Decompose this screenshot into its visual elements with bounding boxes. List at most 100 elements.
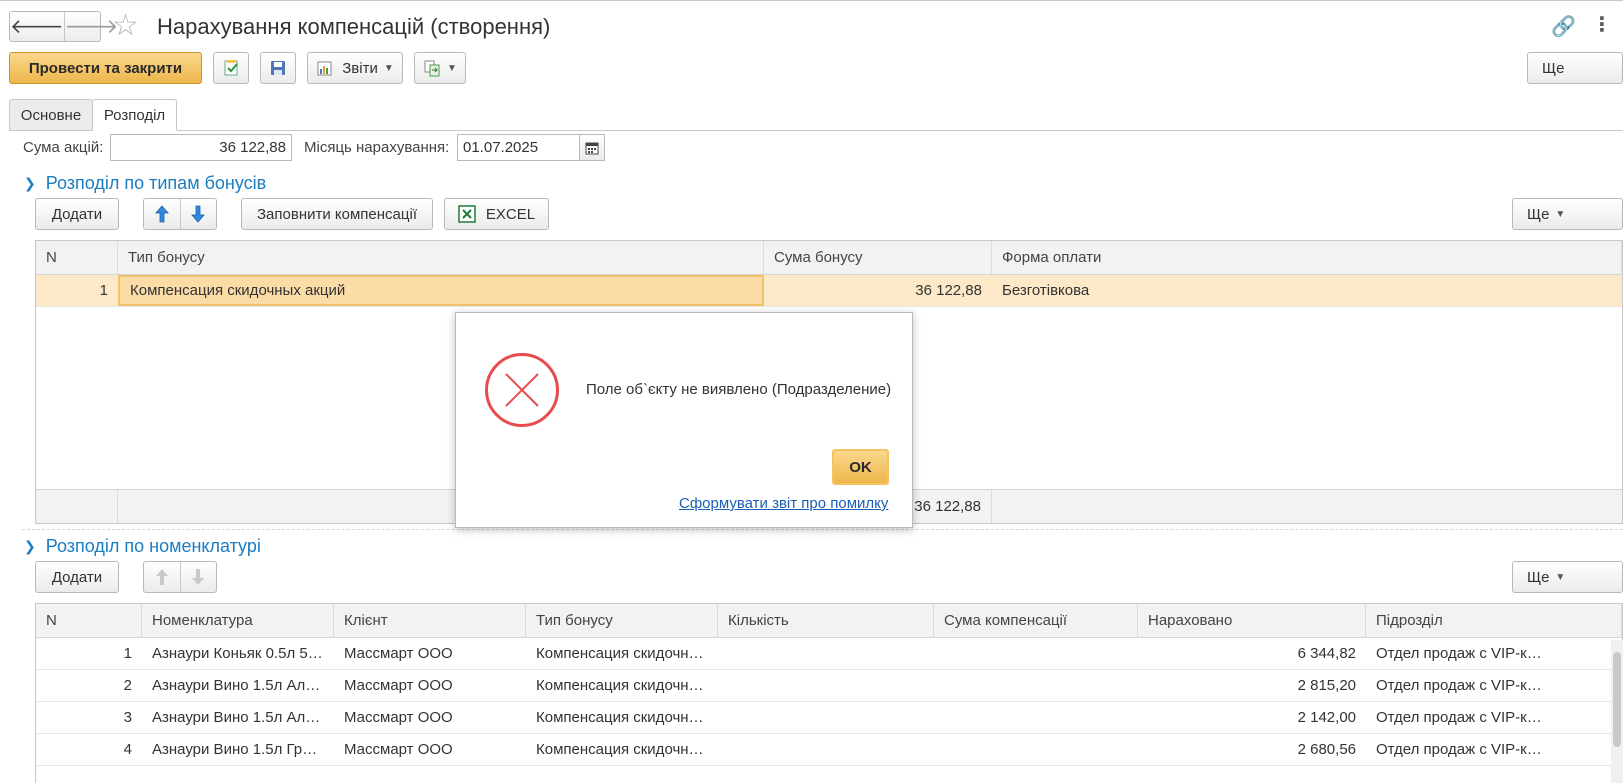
move-down-button[interactable]: [181, 199, 217, 229]
chevron-down-icon: ❯: [24, 538, 36, 554]
quantity-cell[interactable]: [718, 670, 934, 701]
compensation-cell[interactable]: [934, 638, 1138, 669]
column-header[interactable]: Тип бонусу: [526, 604, 718, 637]
fill-compensations-button[interactable]: Заповнити компенсації: [241, 198, 433, 230]
more-label: Ще: [1542, 59, 1565, 77]
reports-dropdown-button[interactable]: Звіти ▼: [307, 52, 403, 84]
tab-distribution[interactable]: Розподіл: [92, 99, 177, 131]
compensation-cell[interactable]: [934, 670, 1138, 701]
bonus-type-cell[interactable]: Компенсация скидочных акций: [118, 275, 764, 306]
excel-icon: [458, 205, 476, 223]
column-header[interactable]: Клієнт: [334, 604, 526, 637]
accrued-cell[interactable]: 2 680,56: [1138, 734, 1366, 765]
nomenclature-more-button[interactable]: Ще ▼: [1512, 561, 1623, 593]
nomenclature-section-header[interactable]: ❯ Розподіл по номенклатурі: [24, 536, 261, 557]
column-header[interactable]: Кількість: [718, 604, 934, 637]
move-down-button[interactable]: [181, 562, 217, 592]
sum-field[interactable]: 36 122,88: [110, 134, 292, 161]
arrow-up-icon: [155, 569, 168, 585]
bonus-type-cell[interactable]: Компенсация скидочн…: [526, 670, 718, 701]
create-based-on-button[interactable]: ▼: [414, 52, 466, 84]
item-cell[interactable]: Азнаури Вино 1.5л Гр…: [142, 734, 334, 765]
bonus-type-cell[interactable]: Компенсация скидочн…: [526, 702, 718, 733]
bonus-sum-cell[interactable]: 36 122,88: [764, 275, 992, 306]
accrued-cell[interactable]: 6 344,82: [1138, 638, 1366, 669]
month-field[interactable]: 01.07.2025: [457, 134, 580, 161]
excel-button[interactable]: EXCEL: [444, 198, 549, 230]
reports-chart-icon: [317, 61, 332, 76]
post-document-icon: [224, 60, 238, 76]
compensation-cell[interactable]: [934, 734, 1138, 765]
compensation-cell[interactable]: [934, 702, 1138, 733]
table-row[interactable]: 1 Компенсация скидочных акций 36 122,88 …: [36, 275, 1622, 307]
error-icon: [485, 353, 559, 427]
add-nomenclature-button[interactable]: Додати: [35, 561, 119, 593]
window-top-border: [0, 0, 1623, 3]
accrued-cell[interactable]: 2 142,00: [1138, 702, 1366, 733]
arrow-up-icon: [154, 205, 169, 223]
accrued-cell[interactable]: 2 815,20: [1138, 670, 1366, 701]
move-up-button[interactable]: [144, 199, 181, 229]
error-report-link[interactable]: Сформувати звіт про помилку: [679, 495, 888, 512]
table-row[interactable]: 2 Азнаури Вино 1.5л Ал… Массмарт ООО Ком…: [36, 670, 1622, 702]
table-row[interactable]: 1 Азнаури Коньяк 0.5л 5… Массмарт ООО Ко…: [36, 638, 1622, 670]
client-cell[interactable]: Массмарт ООО: [334, 638, 526, 669]
column-header[interactable]: Сума бонусу: [764, 241, 992, 274]
item-cell[interactable]: Азнаури Коньяк 0.5л 5…: [142, 638, 334, 669]
forward-arrow-icon[interactable]: 🡒: [63, 12, 118, 41]
nomenclature-table: N Номенклатура Клієнт Тип бонусу Кількіс…: [35, 603, 1623, 783]
more-actions-button[interactable]: Ще: [1527, 52, 1623, 84]
column-header[interactable]: Форма оплати: [992, 241, 1622, 274]
favorite-star-icon[interactable]: ☆: [112, 11, 139, 41]
quantity-cell[interactable]: [718, 734, 934, 765]
back-arrow-icon[interactable]: 🡐: [10, 12, 64, 41]
client-cell[interactable]: Массмарт ООО: [334, 702, 526, 733]
bonus-type-cell[interactable]: Компенсация скидочн…: [526, 638, 718, 669]
payment-form-cell[interactable]: Безготівкова: [992, 275, 1622, 306]
bonus-type-cell[interactable]: Компенсация скидочн…: [526, 734, 718, 765]
item-cell[interactable]: Азнаури Вино 1.5л Ал…: [142, 702, 334, 733]
calendar-button[interactable]: [579, 134, 605, 161]
save-button[interactable]: [260, 52, 296, 84]
post-button[interactable]: [213, 52, 249, 84]
move-buttons: [143, 198, 217, 230]
scrollbar-thumb[interactable]: [1613, 652, 1621, 747]
link-icon[interactable]: 🔗: [1551, 14, 1576, 39]
tab-main[interactable]: Основне: [9, 99, 93, 131]
table-row[interactable]: 3 Азнаури Вино 1.5л Ал… Массмарт ООО Ком…: [36, 702, 1622, 734]
column-header[interactable]: Номенклатура: [142, 604, 334, 637]
department-cell[interactable]: Отдел продаж с VIP-к…: [1366, 670, 1622, 701]
move-buttons-disabled: [143, 561, 217, 593]
calendar-icon: [585, 142, 599, 154]
item-cell[interactable]: Азнаури Вино 1.5л Ал…: [142, 670, 334, 701]
table-header: N Тип бонусу Сума бонусу Форма оплати: [36, 241, 1622, 275]
column-header[interactable]: Нараховано: [1138, 604, 1366, 637]
bonus-section-header[interactable]: ❯ Розподіл по типам бонусів: [24, 173, 266, 194]
page-title: Нарахування компенсацій (створення): [157, 14, 551, 39]
tabs-divider: [9, 130, 1623, 131]
client-cell[interactable]: Массмарт ООО: [334, 734, 526, 765]
more-vertical-icon[interactable]: ⋮: [1592, 12, 1612, 37]
column-header[interactable]: Підрозділ: [1366, 604, 1622, 637]
row-number: 2: [123, 677, 132, 694]
department-cell[interactable]: Отдел продаж с VIP-к…: [1366, 702, 1622, 733]
column-header[interactable]: Сума компенсації: [934, 604, 1138, 637]
chevron-down-icon: ▼: [1555, 208, 1566, 220]
column-header[interactable]: N: [36, 241, 118, 274]
bonus-more-button[interactable]: Ще ▼: [1512, 198, 1623, 230]
table-row[interactable]: 4 Азнаури Вино 1.5л Гр… Массмарт ООО Ком…: [36, 734, 1622, 766]
ok-button[interactable]: OK: [832, 449, 889, 485]
quantity-cell[interactable]: [718, 638, 934, 669]
reports-label: Звіти: [342, 59, 378, 77]
department-cell[interactable]: Отдел продаж с VIP-к…: [1366, 638, 1622, 669]
nomenclature-section-title: Розподіл по номенклатурі: [45, 536, 261, 556]
column-header[interactable]: Тип бонусу: [118, 241, 764, 274]
post-and-close-button[interactable]: Провести та закрити: [9, 52, 202, 84]
quantity-cell[interactable]: [718, 702, 934, 733]
department-cell[interactable]: Отдел продаж с VIP-к…: [1366, 734, 1622, 765]
column-header[interactable]: N: [36, 604, 142, 637]
client-cell[interactable]: Массмарт ООО: [334, 670, 526, 701]
row-number: 3: [123, 709, 132, 726]
add-bonus-button[interactable]: Додати: [35, 198, 119, 230]
move-up-button[interactable]: [144, 562, 181, 592]
